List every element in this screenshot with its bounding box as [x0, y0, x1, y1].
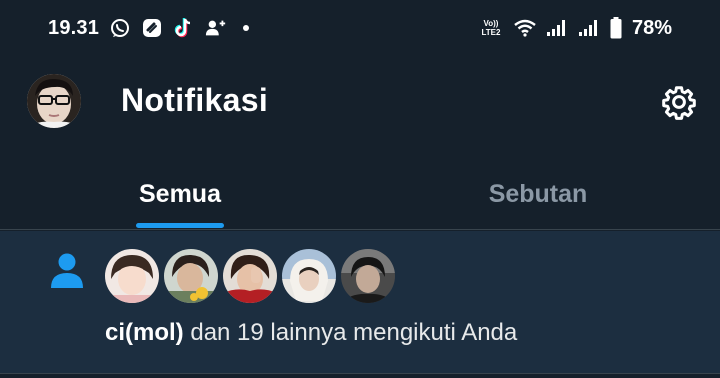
tab-semua[interactable]: Semua: [120, 160, 240, 229]
tab-bar: Semua Sebutan: [0, 160, 720, 230]
avatar[interactable]: [105, 249, 159, 303]
follower-avatars: [105, 249, 395, 303]
tab-sebutan[interactable]: Sebutan: [458, 160, 618, 229]
notification-item[interactable]: ci(mol) dan 19 lainnya mengikuti Anda: [0, 231, 720, 374]
battery-icon: [610, 17, 622, 39]
avatar[interactable]: [282, 249, 336, 303]
signal-icon: [546, 17, 568, 39]
notification-message: dan 19 lainnya mengikuti Anda: [183, 319, 518, 346]
whatsapp-icon: [109, 17, 131, 39]
notification-dot-icon: [243, 25, 250, 31]
active-tab-indicator: [136, 223, 224, 228]
volte-line1: Vo)): [483, 19, 499, 28]
header: Notifikasi: [0, 62, 720, 144]
person-icon: [48, 251, 86, 291]
battery-percent: 78%: [631, 16, 672, 39]
avatar[interactable]: [223, 249, 277, 303]
notification-user-name[interactable]: ci(mol): [105, 319, 184, 346]
status-bar: 19.31 Vo)) LTE2 78%: [0, 0, 720, 56]
notification-text: ci(mol) dan 19 lainnya mengikuti Anda: [105, 319, 517, 347]
volte-line2: LTE2: [481, 28, 501, 37]
gear-icon: [662, 86, 696, 120]
avatar[interactable]: [341, 249, 395, 303]
status-left: 19.31: [48, 16, 250, 40]
volte-icon: Vo)) LTE2: [478, 17, 504, 39]
wifi-icon: [514, 17, 536, 39]
status-right: Vo)) LTE2 78%: [478, 17, 672, 40]
settings-button[interactable]: [658, 81, 700, 123]
link-app-icon: [141, 17, 163, 39]
avatar[interactable]: [164, 249, 218, 303]
page-title: Notifikasi: [121, 82, 269, 118]
status-time: 19.31: [48, 16, 100, 39]
signal-icon: [578, 17, 600, 39]
tiktok-icon: [173, 17, 195, 39]
add-person-icon: [205, 17, 227, 39]
avatar[interactable]: [27, 74, 81, 128]
